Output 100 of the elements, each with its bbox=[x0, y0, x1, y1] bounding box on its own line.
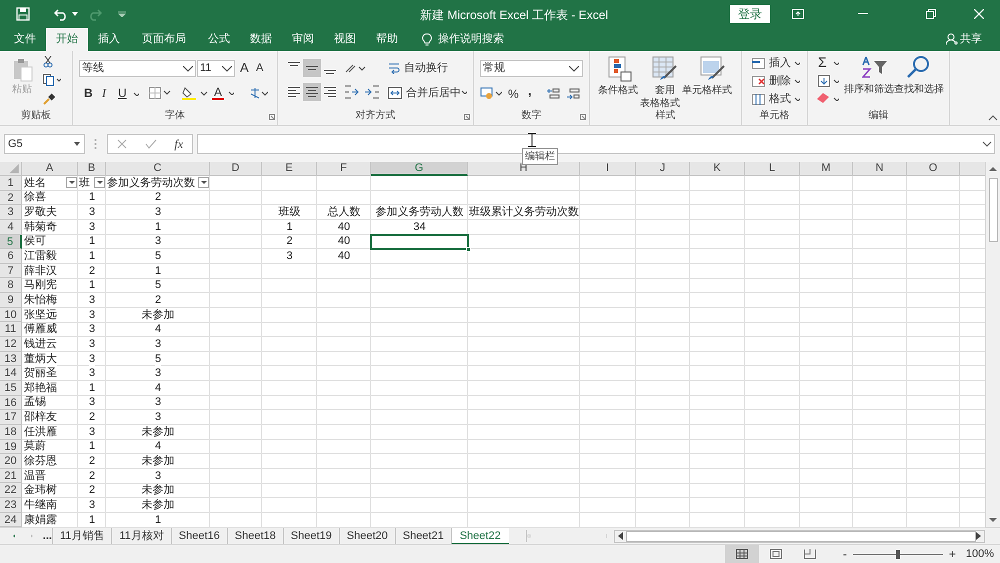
sort-filter-icon[interactable] bbox=[862, 55, 888, 79]
row-header[interactable]: 9 bbox=[0, 293, 22, 308]
zoom-out-button[interactable]: - bbox=[842, 548, 847, 560]
wrap-text-button[interactable]: 自动换行 bbox=[388, 60, 448, 76]
column-header[interactable]: F bbox=[317, 162, 371, 176]
row-header[interactable]: 6 bbox=[0, 249, 22, 264]
increase-indent-icon[interactable] bbox=[364, 85, 380, 99]
search-icon[interactable] bbox=[906, 55, 932, 79]
row-header[interactable]: 20 bbox=[0, 454, 22, 469]
number-format-field[interactable]: 常规 bbox=[480, 60, 583, 77]
column-header[interactable]: E bbox=[262, 162, 317, 176]
caret-icon[interactable] bbox=[833, 79, 839, 83]
filter-dropdown-button[interactable] bbox=[94, 177, 105, 188]
menu-tab[interactable]: 数据 bbox=[240, 28, 282, 51]
row-header[interactable]: 15 bbox=[0, 380, 22, 396]
row-header[interactable]: 2 bbox=[0, 190, 22, 206]
chevron-down-icon[interactable] bbox=[569, 66, 579, 72]
chevron-down-icon[interactable] bbox=[183, 66, 193, 72]
column-header[interactable]: J bbox=[636, 162, 690, 176]
borders-icon[interactable] bbox=[149, 87, 171, 99]
row-header[interactable]: 18 bbox=[0, 424, 22, 440]
table-format-button[interactable]: 表格格式 bbox=[640, 96, 680, 111]
dropdown-caret-icon[interactable] bbox=[72, 12, 78, 16]
caret-icon[interactable] bbox=[74, 142, 80, 146]
align-center-button[interactable] bbox=[303, 83, 321, 101]
percent-button[interactable]: % bbox=[508, 88, 519, 100]
person-icon[interactable] bbox=[946, 32, 958, 45]
sort-filter-button[interactable]: 排序和筛选 bbox=[844, 82, 894, 97]
ribbon-display-icon[interactable] bbox=[792, 9, 804, 19]
scroll-left-icon[interactable] bbox=[618, 532, 623, 540]
copy-icon[interactable] bbox=[43, 74, 61, 86]
dialog-launcher-icon[interactable] bbox=[464, 114, 470, 120]
column-header[interactable]: L bbox=[745, 162, 800, 176]
row-header[interactable]: 10 bbox=[0, 308, 22, 322]
sign-in-button[interactable]: 登录 bbox=[730, 5, 770, 23]
scroll-left-icon[interactable] bbox=[13, 532, 15, 540]
conditional-format-button[interactable]: 条件格式 bbox=[598, 83, 638, 98]
scrollbar-thumb[interactable] bbox=[626, 530, 976, 542]
view-normal-button[interactable] bbox=[724, 545, 759, 563]
underline-button[interactable]: U bbox=[118, 87, 127, 99]
minimize-icon[interactable] bbox=[858, 13, 868, 15]
cells-menu-button[interactable]: 格式 bbox=[752, 91, 791, 108]
lightbulb-icon[interactable] bbox=[422, 33, 432, 47]
zoom-slider-thumb[interactable] bbox=[896, 550, 900, 558]
menu-tab[interactable]: 开始 bbox=[46, 28, 88, 51]
caret-icon[interactable] bbox=[133, 92, 139, 96]
column-header[interactable]: O bbox=[907, 162, 960, 176]
row-header[interactable]: 1 bbox=[0, 176, 22, 191]
menu-tab[interactable]: 插入 bbox=[88, 28, 130, 51]
check-icon[interactable] bbox=[144, 139, 157, 149]
caret-icon[interactable] bbox=[794, 79, 800, 83]
zoom-level[interactable]: 100% bbox=[966, 546, 994, 562]
undo-icon[interactable] bbox=[54, 7, 68, 21]
currency-icon[interactable] bbox=[480, 86, 502, 100]
scroll-down-icon[interactable] bbox=[989, 517, 997, 523]
row-header[interactable]: 12 bbox=[0, 337, 22, 352]
insert-function-button[interactable]: fx bbox=[174, 135, 184, 153]
dialog-launcher-icon[interactable] bbox=[580, 114, 586, 120]
row-header[interactable]: 21 bbox=[0, 468, 22, 484]
column-header[interactable]: B bbox=[78, 162, 106, 176]
column-header[interactable]: K bbox=[690, 162, 745, 176]
cell-styles-button[interactable]: 单元格样式 bbox=[682, 83, 732, 98]
fill-handle[interactable] bbox=[466, 247, 471, 252]
tell-me-search[interactable]: 操作说明搜索 bbox=[438, 28, 504, 51]
shrink-font-button[interactable]: A bbox=[256, 63, 264, 74]
merge-center-button[interactable]: 合并后居中 bbox=[388, 85, 461, 102]
font-name-field[interactable]: 等线 bbox=[79, 60, 196, 77]
caret-icon[interactable] bbox=[794, 61, 800, 65]
increase-decimal-icon[interactable] bbox=[546, 88, 560, 100]
italic-button[interactable]: I bbox=[102, 87, 106, 99]
menu-tab[interactable]: 文件 bbox=[4, 28, 46, 51]
grow-font-button[interactable]: A bbox=[240, 61, 249, 74]
vertical-scrollbar[interactable] bbox=[985, 162, 1000, 527]
column-header[interactable]: A bbox=[22, 162, 78, 176]
collapse-ribbon-icon[interactable] bbox=[988, 115, 998, 121]
conditional-format-icon[interactable] bbox=[608, 56, 632, 82]
align-middle-button[interactable] bbox=[303, 59, 321, 77]
column-header[interactable]: D bbox=[210, 162, 262, 176]
scroll-up-icon[interactable] bbox=[989, 166, 997, 172]
menu-tab[interactable]: 审阅 bbox=[282, 28, 324, 51]
sheet-tab[interactable]: Sheet22 bbox=[450, 528, 509, 544]
row-header[interactable]: 11 bbox=[0, 322, 22, 338]
caret-icon[interactable] bbox=[228, 91, 234, 95]
scissors-icon[interactable] bbox=[43, 56, 53, 68]
fill-color-icon[interactable] bbox=[182, 86, 208, 100]
menu-tab[interactable]: 帮助 bbox=[366, 28, 408, 51]
scrollbar-thumb[interactable] bbox=[988, 178, 998, 242]
menu-tab[interactable]: 页面布局 bbox=[130, 28, 198, 51]
row-header[interactable]: 23 bbox=[0, 498, 22, 513]
row-header[interactable]: 24 bbox=[0, 512, 22, 528]
zoom-slider[interactable] bbox=[852, 550, 943, 558]
fill-down-icon[interactable] bbox=[818, 75, 830, 87]
row-header[interactable]: 3 bbox=[0, 205, 22, 220]
column-header[interactable]: N bbox=[853, 162, 907, 176]
row-header[interactable]: 8 bbox=[0, 278, 22, 294]
row-header[interactable]: 19 bbox=[0, 440, 22, 454]
caret-icon[interactable] bbox=[794, 97, 800, 101]
filter-dropdown-button[interactable] bbox=[66, 177, 77, 188]
row-header[interactable]: 7 bbox=[0, 264, 22, 278]
row-header[interactable]: 16 bbox=[0, 396, 22, 410]
